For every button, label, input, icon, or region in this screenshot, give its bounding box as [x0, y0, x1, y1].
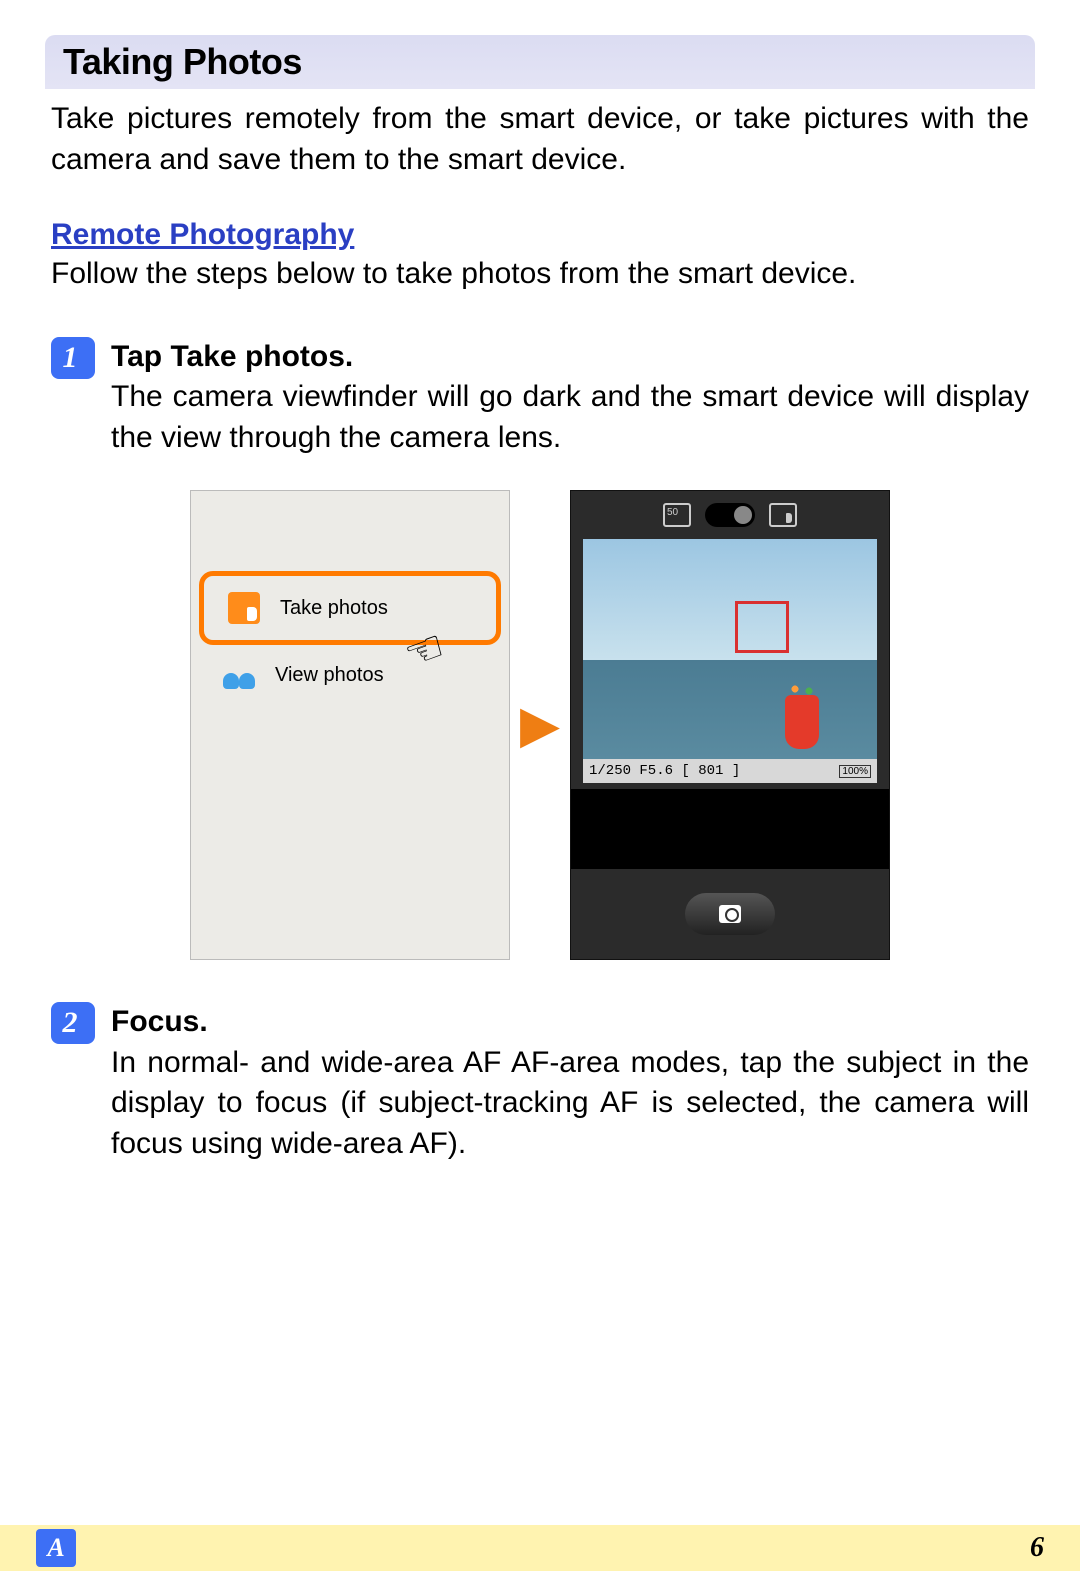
touch-shutter-icon [769, 503, 797, 527]
section-intro: Take pictures remotely from the smart de… [45, 89, 1035, 180]
subject-drink [785, 695, 819, 749]
focus-box [735, 601, 789, 653]
menu-item-view-photos[interactable]: View photos [191, 645, 509, 705]
subsection-heading: Remote Photography [45, 218, 1035, 252]
step-2-title-suffix: . [199, 1005, 207, 1038]
step-number-badge: 2 [51, 1002, 95, 1044]
subsection-intro: Follow the steps below to take photos fr… [45, 252, 1035, 295]
step-2-body: In normal- and wide-area AF AF-area mode… [111, 1046, 1029, 1160]
step-number-badge: 1 [51, 337, 95, 379]
menu-item-label: Take photos [280, 597, 388, 620]
phone-screenshot-viewfinder: 1/250 F5.6 [ 801 ] 100% [570, 490, 890, 960]
figure-row: Take photos ☜ View photos ▶ 1/250 F5.6 [… [45, 490, 1035, 960]
phone-screenshot-menu: Take photos ☜ View photos [190, 490, 510, 960]
step-1-title-bold: Take photos [170, 340, 344, 373]
step-1-title-prefix: Tap [111, 340, 170, 373]
step-1-title: Tap Take photos. [111, 340, 353, 373]
step-2: 2 Focus. In normal- and wide-area AF AF-… [45, 1002, 1035, 1164]
section-heading: Taking Photos [45, 35, 1035, 89]
step-1-body: The camera viewfinder will go dark and t… [111, 380, 1029, 454]
page-number: 6 [1030, 1532, 1044, 1564]
people-icon [221, 657, 257, 693]
camera-mode-icon [663, 503, 691, 527]
live-view[interactable] [583, 539, 877, 759]
shutter-bar [571, 869, 889, 959]
menu-item-label: View photos [275, 664, 384, 687]
camera-icon [719, 905, 741, 923]
exposure-readout: 1/250 F5.6 [ 801 ] [589, 763, 740, 779]
thumbnail-strip [571, 789, 889, 869]
shutter-button[interactable] [685, 893, 775, 935]
menu-item-take-photos[interactable]: Take photos ☜ [199, 571, 501, 645]
step-2-title: Focus. [111, 1005, 208, 1038]
exposure-info-bar: 1/250 F5.6 [ 801 ] 100% [583, 759, 877, 783]
mode-toggle[interactable] [705, 503, 755, 527]
section-letter-badge: A [36, 1529, 76, 1567]
page-footer: A 6 [0, 1525, 1080, 1571]
arrow-right-icon: ▶ [520, 695, 560, 755]
touch-camera-icon [226, 590, 262, 626]
viewfinder-top-bar [571, 491, 889, 539]
battery-indicator: 100% [839, 765, 871, 778]
step-1: 1 Tap Take photos. The camera viewfinder… [45, 337, 1035, 459]
step-2-title-bold: Focus [111, 1005, 199, 1038]
step-1-title-suffix: . [345, 340, 353, 373]
